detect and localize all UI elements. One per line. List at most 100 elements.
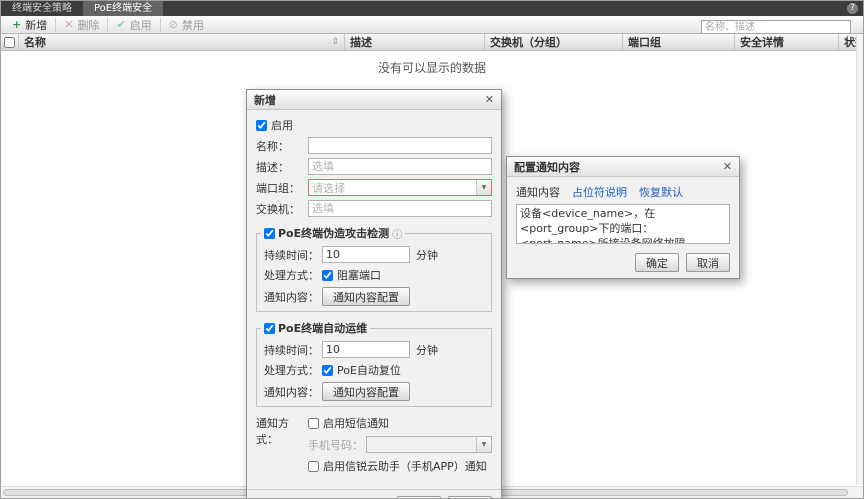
disable-button-label: 禁用 (182, 17, 204, 33)
column-header-description[interactable]: 描述 (345, 34, 485, 50)
column-header-security-detail[interactable]: 安全详情 (735, 34, 839, 50)
notify-method-row: 通知方式： 启用短信通知 手机号码： ▼ (256, 415, 492, 474)
method-label: 处理方式： (264, 267, 322, 283)
chevron-down-icon: ▼ (476, 437, 491, 452)
notify-dialog-body: 通知内容 占位符说明 恢复默认 设备<device_name>，在<port_g… (507, 177, 739, 251)
notify-method-options: 启用短信通知 手机号码： ▼ 启用信锐云助手（手机APP）通知 (308, 415, 492, 474)
enable-row: 启用 (256, 117, 492, 133)
name-label: 名称： (256, 138, 308, 154)
duration-row: 持续时间： 分钟 (264, 341, 484, 358)
search-input[interactable] (701, 20, 851, 34)
ok-button[interactable]: 确定 (635, 253, 679, 272)
phone-row: 手机号码： ▼ (308, 436, 492, 453)
chevron-down-icon: ▼ (476, 180, 491, 195)
toolbar: + 新增 ✕ 删除 ✔ 启用 ⊘ 禁用 (1, 16, 863, 34)
attack-detection-title: PoE终端伪造攻击检测 (278, 225, 389, 241)
help-icon[interactable]: ? (847, 3, 858, 14)
plus-icon: + (12, 19, 21, 30)
duration-label: 持续时间： (264, 342, 322, 358)
sms-option: 启用短信通知 (308, 415, 492, 431)
add-dialog-titlebar: 新增 ✕ (247, 90, 501, 110)
port-group-row: 端口组： 请选择 ▼ (256, 179, 492, 196)
app-window: 终端安全策略 PoE终端安全 ? + 新增 ✕ 删除 ✔ 启用 ⊘ 禁用 名称 (0, 0, 864, 499)
check-icon: ✔ (116, 19, 125, 30)
notify-config-button[interactable]: 通知内容配置 (322, 382, 410, 401)
column-header-name[interactable]: 名称 ⇕ (19, 34, 345, 50)
notify-links-row: 通知内容 占位符说明 恢复默认 (516, 184, 730, 200)
port-group-select[interactable]: 请选择 ▼ (308, 179, 492, 196)
table-header: 名称 ⇕ 描述 交换机（分组） 端口组 安全详情 状态 (1, 34, 863, 51)
notify-config-button[interactable]: 通知内容配置 (322, 287, 410, 306)
notify-content-label: 通知内容 (516, 184, 560, 200)
add-dialog-footer: 提交 取消 (247, 489, 501, 499)
app-option: 启用信锐云助手（手机APP）通知 (308, 458, 492, 474)
phone-select: ▼ (366, 436, 492, 453)
method-row: 处理方式： PoE自动复位 (264, 362, 484, 378)
notify-content-row: 通知内容： 通知内容配置 (264, 382, 484, 401)
name-field[interactable] (308, 137, 492, 154)
attack-detection-checkbox[interactable] (264, 228, 275, 239)
description-label: 描述： (256, 159, 308, 175)
enable-checkbox-label: 启用 (271, 117, 293, 133)
column-header-switch-group[interactable]: 交换机（分组） (485, 34, 623, 50)
app-label: 启用信锐云助手（手机APP）通知 (323, 458, 487, 474)
block-port-label: 阻塞端口 (337, 267, 381, 283)
sms-checkbox[interactable] (308, 418, 319, 429)
port-group-label: 端口组： (256, 180, 308, 196)
app-checkbox[interactable] (308, 461, 319, 472)
poe-reset-label: PoE自动复位 (337, 362, 401, 378)
column-name-label: 名称 (24, 34, 46, 50)
auto-maintenance-checkbox[interactable] (264, 323, 275, 334)
delete-icon: ✕ (64, 19, 73, 30)
add-button[interactable]: + 新增 (4, 18, 55, 32)
notify-content-textarea[interactable]: 设备<device_name>，在<port_group>下的端口：<port_… (516, 204, 730, 244)
close-icon[interactable]: ✕ (723, 160, 732, 173)
attack-detection-group: PoE终端伪造攻击检测 ⓘ 持续时间： 分钟 处理方式： 阻塞端口 (256, 225, 492, 312)
duration-unit: 分钟 (416, 247, 438, 263)
notify-dialog-title: 配置通知内容 (514, 159, 580, 175)
block-port-checkbox[interactable] (322, 270, 333, 281)
description-row: 描述： (256, 158, 492, 175)
delete-button-label: 删除 (77, 17, 99, 33)
switch-row: 交换机： (256, 200, 492, 217)
close-icon[interactable]: ✕ (485, 93, 494, 106)
method-label: 处理方式： (264, 362, 322, 378)
tab-poe-terminal-security[interactable]: PoE终端安全 (83, 1, 163, 16)
phone-label: 手机号码： (308, 437, 366, 453)
auto-maintenance-group: PoE终端自动运维 持续时间： 分钟 处理方式： PoE自动复位 通知内容 (256, 320, 492, 407)
select-all-cell (1, 34, 19, 50)
notify-method-label: 通知方式： (256, 415, 308, 447)
ban-icon: ⊘ (169, 19, 178, 30)
select-all-checkbox[interactable] (4, 37, 15, 48)
tab-terminal-security-policy[interactable]: 终端安全策略 (1, 1, 83, 16)
poe-reset-checkbox[interactable] (322, 365, 333, 376)
enable-button[interactable]: ✔ 启用 (107, 18, 159, 32)
placeholder-help-link[interactable]: 占位符说明 (572, 184, 627, 200)
notify-content-label: 通知内容： (264, 289, 322, 305)
column-header-port-group[interactable]: 端口组 (623, 34, 735, 50)
add-dialog-body: 启用 名称： 描述： 端口组： 请选择 ▼ 交换机： (247, 110, 501, 482)
add-button-label: 新增 (25, 17, 47, 33)
description-field[interactable] (308, 158, 492, 175)
disable-button[interactable]: ⊘ 禁用 (160, 18, 212, 32)
switch-label: 交换机： (256, 201, 308, 217)
enable-checkbox[interactable] (256, 120, 267, 131)
name-row: 名称： (256, 137, 492, 154)
restore-default-link[interactable]: 恢复默认 (639, 184, 683, 200)
duration-field[interactable] (322, 246, 410, 263)
notify-dialog-footer: 确定 取消 (507, 251, 739, 278)
duration-label: 持续时间： (264, 247, 322, 263)
vertical-scrollbar[interactable] (856, 35, 863, 485)
sort-icon[interactable]: ⇕ (331, 37, 339, 47)
empty-message: 没有可以显示的数据 (1, 51, 863, 76)
info-icon[interactable]: ⓘ (392, 226, 402, 241)
add-dialog: 新增 ✕ 启用 名称： 描述： 端口组： 请选择 ▼ (246, 89, 502, 499)
switch-field[interactable] (308, 200, 492, 217)
delete-button[interactable]: ✕ 删除 (55, 18, 107, 32)
cancel-button[interactable]: 取消 (686, 253, 730, 272)
duration-field[interactable] (322, 341, 410, 358)
block-port-option: 阻塞端口 (322, 267, 381, 283)
enable-button-label: 启用 (130, 17, 152, 33)
poe-reset-option: PoE自动复位 (322, 362, 401, 378)
port-group-placeholder: 请选择 (312, 180, 345, 196)
